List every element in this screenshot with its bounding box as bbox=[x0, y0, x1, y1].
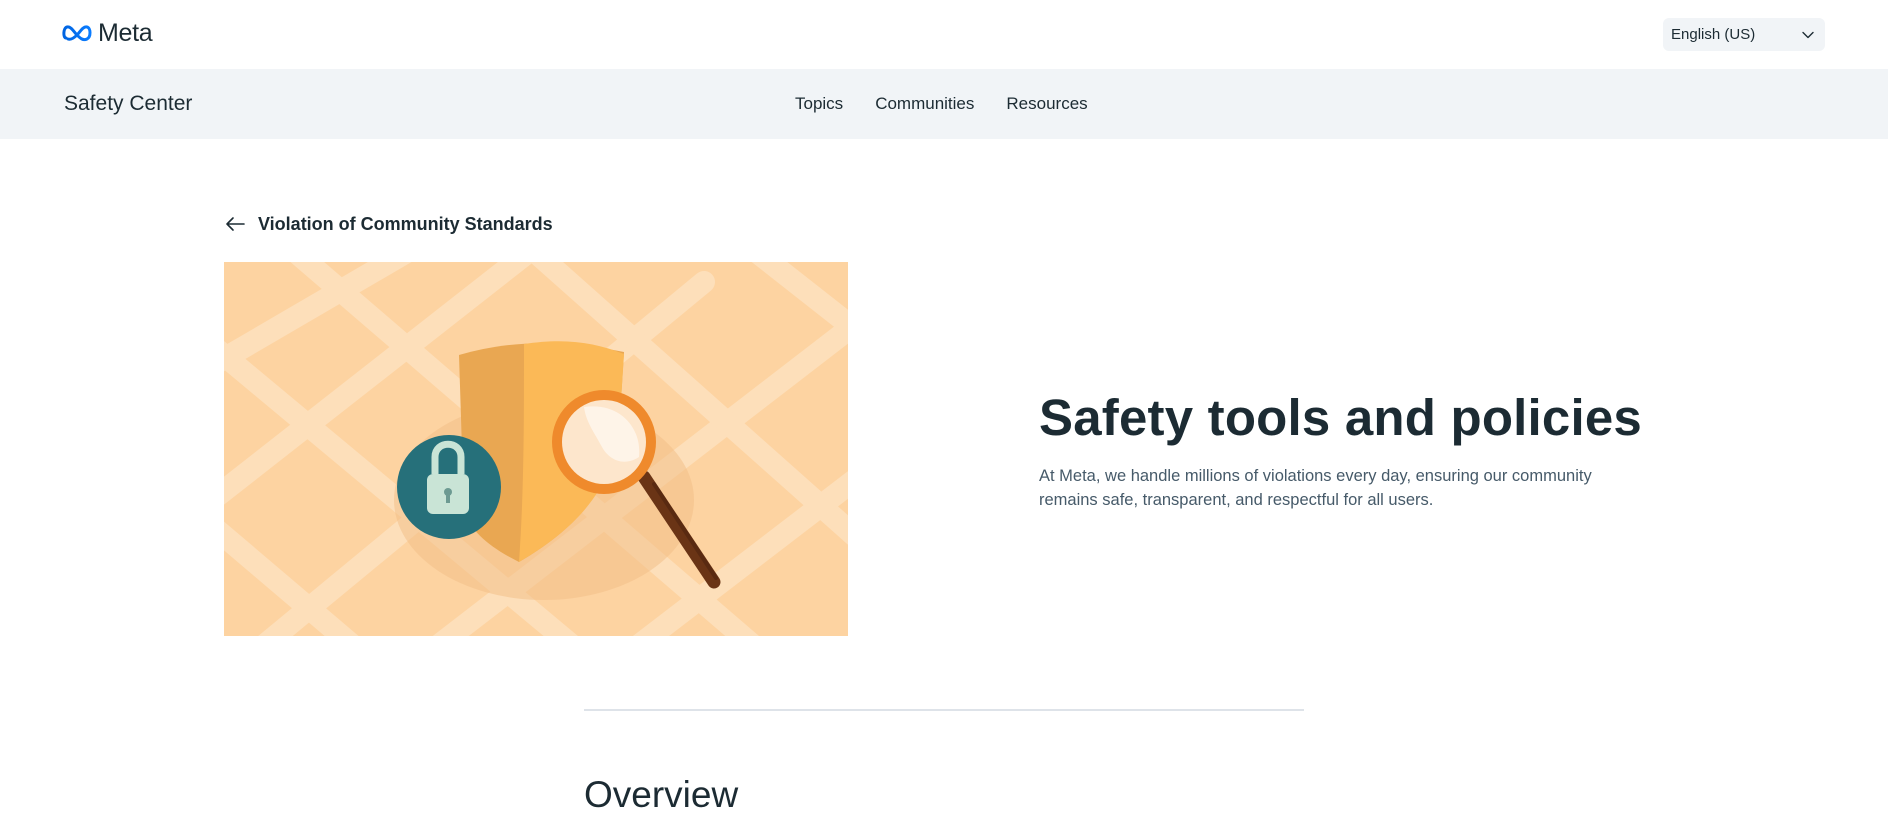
nav-link-resources[interactable]: Resources bbox=[1006, 94, 1087, 114]
nav-links: Topics Communities Resources bbox=[795, 94, 1088, 114]
meta-infinity-logo-icon bbox=[62, 25, 92, 42]
page-description: At Meta, we handle millions of violation… bbox=[1039, 467, 1592, 509]
back-link[interactable]: Violation of Community Standards bbox=[224, 213, 553, 235]
overview-heading: Overview bbox=[584, 774, 739, 815]
safety-center-nav: Safety Center Topics Communities Resourc… bbox=[0, 69, 1888, 139]
hero-illustration bbox=[224, 262, 848, 636]
arrow-left-icon bbox=[226, 217, 245, 231]
meta-logo[interactable]: Meta bbox=[62, 18, 153, 48]
nav-link-communities[interactable]: Communities bbox=[875, 94, 974, 114]
page-title: Safety tools and policies bbox=[1039, 389, 1642, 446]
nav-link-topics[interactable]: Topics bbox=[795, 94, 843, 114]
chevron-down-icon bbox=[1802, 31, 1814, 38]
site-title[interactable]: Safety Center bbox=[64, 92, 192, 116]
language-select[interactable]: English (US) bbox=[1663, 18, 1825, 51]
logo-text: Meta bbox=[98, 18, 153, 47]
back-link-label: Violation of Community Standards bbox=[258, 213, 553, 234]
top-header: Meta English (US) bbox=[0, 0, 1888, 69]
language-select-value: English (US) bbox=[1671, 26, 1756, 43]
shield-lock-magnifier-illustration bbox=[224, 262, 848, 636]
section-divider bbox=[584, 709, 1304, 711]
